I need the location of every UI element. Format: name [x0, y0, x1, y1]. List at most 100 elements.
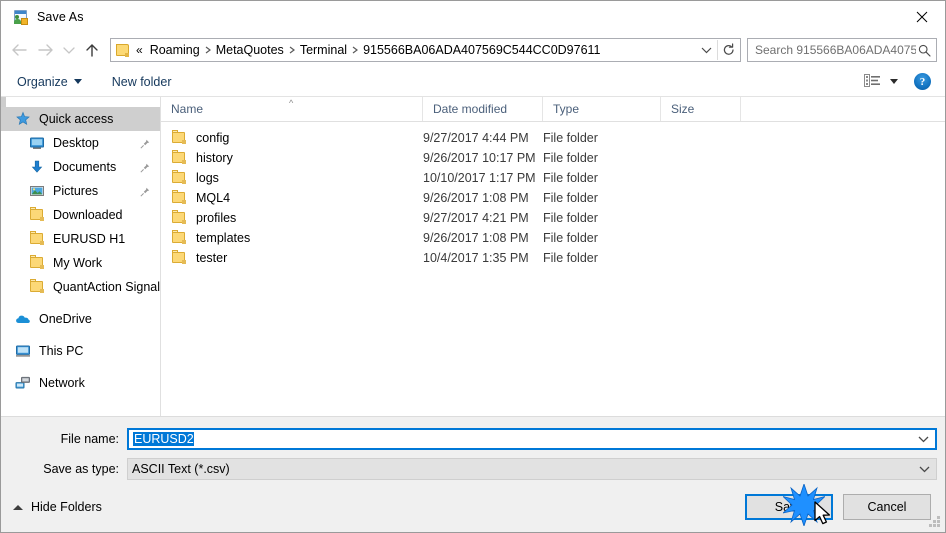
new-folder-label: New folder	[111, 74, 172, 89]
breadcrumb-item-terminal[interactable]: Terminal	[297, 43, 350, 57]
sidebar-item-desktop[interactable]: Desktop	[1, 131, 160, 155]
file-type-cell: File folder	[543, 231, 598, 245]
breadcrumb-item-metaquotes[interactable]: MetaQuotes	[213, 43, 287, 57]
file-type-cell: File folder	[543, 251, 598, 265]
file-type-cell: File folder	[543, 191, 598, 205]
sidebar-item-documents[interactable]: Documents	[1, 155, 160, 179]
chevron-down-icon[interactable]	[912, 465, 936, 473]
breadcrumb-overflow[interactable]: «	[134, 43, 147, 57]
file-name-cell: logs	[161, 170, 423, 186]
breadcrumb-separator[interactable]	[350, 45, 360, 55]
table-row[interactable]: logs 10/10/2017 1:17 PM File folder	[161, 168, 945, 188]
file-name-value: EURUSD2	[133, 432, 194, 446]
close-button[interactable]	[899, 1, 945, 32]
sidebar-item-quick-access[interactable]: Quick access	[1, 107, 160, 131]
download-icon	[29, 159, 45, 175]
chevron-down-icon[interactable]	[911, 435, 935, 443]
column-header-size[interactable]: Size	[661, 97, 741, 121]
up-button[interactable]	[79, 37, 105, 63]
title-bar: Save As	[1, 1, 945, 33]
sidebar-item-downloaded[interactable]: Downloaded	[1, 203, 160, 227]
sidebar-item-label: Network	[39, 376, 85, 390]
file-name: profiles	[196, 211, 237, 225]
sidebar-item-pictures[interactable]: Pictures	[1, 179, 160, 203]
new-folder-button[interactable]: New folder	[112, 75, 172, 89]
network-icon	[15, 375, 31, 391]
hide-folders-button[interactable]: Hide Folders	[13, 500, 102, 514]
save-panel: File name: EURUSD2 Save as type: ASCII T…	[1, 416, 945, 532]
sidebar-item-label: QuantAction Signal	[53, 280, 160, 294]
help-button[interactable]: ?	[914, 73, 931, 90]
folder-icon	[171, 250, 187, 266]
folder-icon	[171, 170, 187, 186]
save-button[interactable]: Save	[745, 494, 833, 520]
file-name: tester	[196, 251, 228, 265]
address-bar[interactable]: « Roaming MetaQuotes Terminal 915566BA06…	[110, 38, 741, 62]
pin-icon	[140, 186, 150, 197]
table-row[interactable]: config 9/27/2017 4:44 PM File folder	[161, 128, 945, 148]
table-row[interactable]: MQL4 9/26/2017 1:08 PM File folder	[161, 188, 945, 208]
save-as-dialog: Save As « Roaming MetaQuotes Terminal 91…	[0, 0, 946, 533]
column-header-type[interactable]: Type	[543, 97, 661, 121]
sidebar-item-quantaction-signal[interactable]: QuantAction Signal	[1, 275, 160, 299]
file-name-cell: tester	[161, 250, 423, 266]
resize-grip[interactable]	[929, 516, 940, 527]
sort-ascending-icon: ^	[289, 98, 294, 108]
table-row[interactable]: profiles 9/27/2017 4:21 PM File folder	[161, 208, 945, 228]
file-name-cell: templates	[161, 230, 423, 246]
sidebar-item-label: This PC	[39, 344, 84, 358]
sidebar-item-label: My Work	[53, 256, 103, 270]
breadcrumb: « Roaming MetaQuotes Terminal 915566BA06…	[134, 43, 695, 57]
file-date-cell: 9/26/2017 1:08 PM	[423, 191, 529, 205]
file-date-cell: 10/4/2017 1:35 PM	[423, 251, 529, 265]
folder-icon	[29, 279, 45, 295]
table-row[interactable]: templates 9/26/2017 1:08 PM File folder	[161, 228, 945, 248]
star-icon	[15, 111, 31, 127]
dialog-body: Quick access Desktop Documents Pictures …	[1, 97, 945, 416]
folder-icon	[29, 231, 45, 247]
sidebar-item-label: EURUSD H1	[53, 232, 126, 246]
search-input[interactable]: Search 915566BA06ADA40756...	[755, 43, 916, 57]
back-button[interactable]	[7, 37, 33, 63]
column-header-filler	[741, 97, 945, 121]
sidebar-item-label: Desktop	[53, 136, 99, 150]
organize-label: Organize	[17, 74, 68, 89]
sidebar-item-eurusd-h1[interactable]: EURUSD H1	[1, 227, 160, 251]
hide-folders-label: Hide Folders	[31, 500, 102, 514]
save-as-type-row: Save as type: ASCII Text (*.csv)	[1, 458, 945, 480]
recent-locations-button[interactable]	[59, 37, 79, 63]
sidebar-item-network[interactable]: Network	[1, 371, 160, 395]
breadcrumb-separator[interactable]	[203, 45, 213, 55]
save-as-type-value: ASCII Text (*.csv)	[132, 462, 230, 476]
save-as-type-select[interactable]: ASCII Text (*.csv)	[127, 458, 937, 480]
cancel-button[interactable]: Cancel	[843, 494, 931, 520]
sidebar-item-label: Documents	[53, 160, 117, 174]
file-name: templates	[196, 231, 251, 245]
view-dropdown-icon[interactable]	[890, 79, 898, 84]
organize-button[interactable]: Organize	[17, 75, 82, 89]
file-name-value-wrap: EURUSD2	[129, 432, 911, 446]
button-row: Hide Folders Save Cancel	[1, 494, 945, 520]
view-layout-button[interactable]	[864, 73, 898, 90]
command-bar: Organize New folder ?	[1, 67, 945, 97]
breadcrumb-separator[interactable]	[287, 45, 297, 55]
search-box[interactable]: Search 915566BA06ADA40756...	[747, 38, 937, 62]
breadcrumb-item-terminal-id[interactable]: 915566BA06ADA407569C544CC0D97611	[360, 43, 603, 57]
table-row[interactable]: history 9/26/2017 10:17 PM File folder	[161, 148, 945, 168]
file-name-input[interactable]: EURUSD2	[127, 428, 937, 450]
breadcrumb-item-roaming[interactable]: Roaming	[147, 43, 203, 57]
monitor-icon	[29, 135, 45, 151]
sidebar-item-this-pc[interactable]: This PC	[1, 339, 160, 363]
table-row[interactable]: tester 10/4/2017 1:35 PM File folder	[161, 248, 945, 268]
sidebar-item-onedrive[interactable]: OneDrive	[1, 307, 160, 331]
file-name-cell: config	[161, 130, 423, 146]
sidebar-item-my-work[interactable]: My Work	[1, 251, 160, 275]
file-date-cell: 9/26/2017 10:17 PM	[423, 151, 536, 165]
save-as-type-label: Save as type:	[43, 462, 119, 476]
forward-button[interactable]	[33, 37, 59, 63]
file-date-cell: 9/27/2017 4:44 PM	[423, 131, 529, 145]
chevron-down-icon[interactable]	[695, 39, 717, 61]
refresh-icon[interactable]	[718, 39, 740, 61]
pin-icon	[140, 162, 150, 173]
column-header-date-modified[interactable]: Date modified	[423, 97, 543, 121]
